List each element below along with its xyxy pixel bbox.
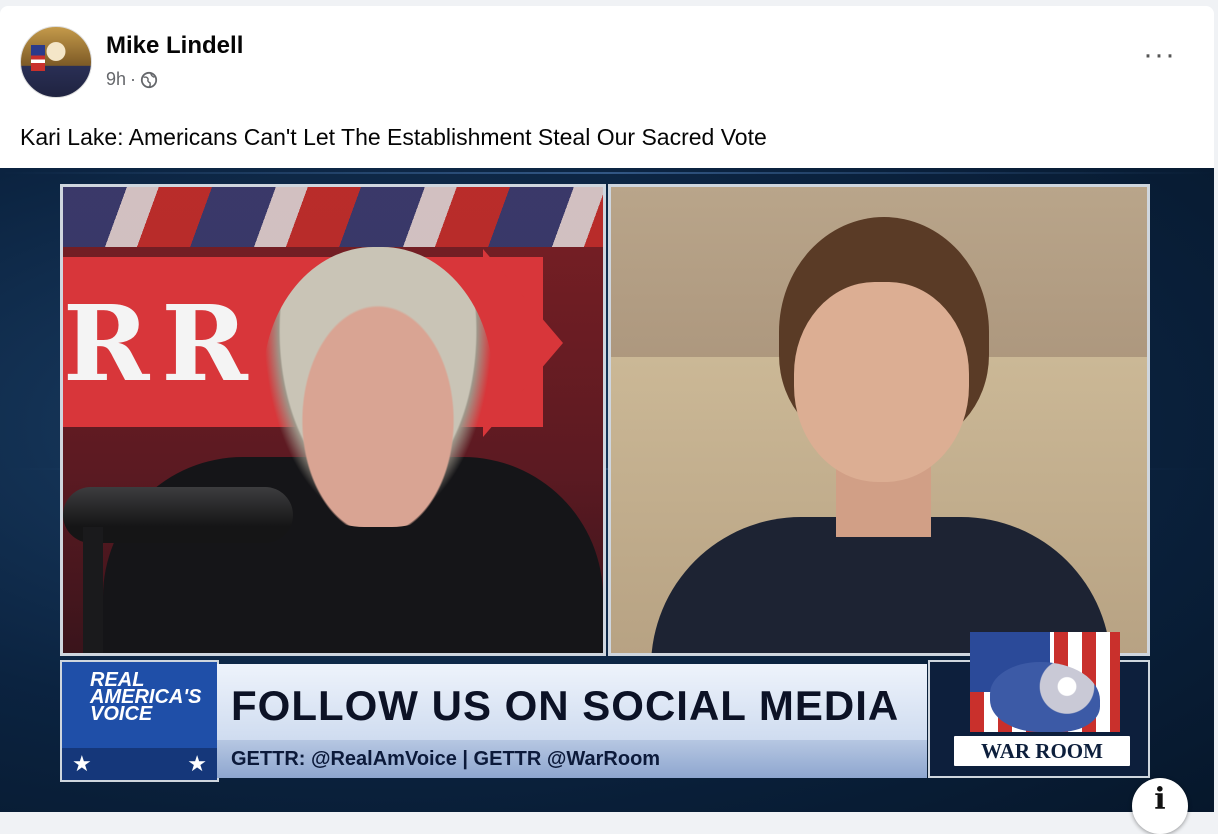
guest-face (794, 282, 969, 482)
meta-separator: · (130, 69, 137, 89)
avatar-flag (31, 45, 45, 71)
post-header: Mike Lindell 9h · ··· (0, 6, 1214, 116)
author-avatar[interactable] (20, 26, 92, 98)
author-name[interactable]: Mike Lindell (106, 32, 243, 60)
real-americas-voice-logo: REAL AMERICA'S VOICE ★ ★ (60, 660, 219, 782)
post-caption: Kari Lake: Americans Can't Let The Estab… (20, 124, 767, 150)
subline-text: GETTR: @RealAmVoice | GETTR @WarRoom (231, 748, 661, 770)
right-video-panel (608, 184, 1150, 656)
lower-third: REAL AMERICA'S VOICE ★ ★ FOLLOW US ON SO… (60, 632, 1150, 782)
brand-text: REAL AMERICA'S VOICE (90, 670, 201, 725)
flag-stripes (63, 187, 603, 247)
media-streak (0, 172, 1214, 174)
host-head (263, 247, 493, 527)
microphone-stand (83, 527, 103, 653)
post-video[interactable]: RR I REAL AMERICA'S VOICE ★ ★ FOLLOW US … (0, 168, 1214, 812)
red-banner-tip (483, 249, 563, 437)
war-room-label: WAR ROOM (952, 734, 1132, 768)
subline-bar: GETTR: @RealAmVoice | GETTR @WarRoom (217, 740, 927, 778)
brand-line: VOICE (90, 703, 153, 725)
post-time[interactable]: 9h (106, 69, 126, 90)
headline-bar: FOLLOW US ON SOCIAL MEDIA (217, 664, 927, 740)
headline-text: FOLLOW US ON SOCIAL MEDIA (231, 682, 900, 729)
star-bar: ★ ★ (62, 748, 217, 780)
globe-icon (140, 71, 158, 88)
post-meta: 9h · (106, 69, 158, 90)
war-room-logo: WAR ROOM (928, 632, 1150, 778)
star-icon: ★ (72, 751, 92, 776)
info-icon[interactable]: i (1132, 778, 1188, 834)
star-icon: ★ (187, 751, 207, 776)
post-card: Mike Lindell 9h · ··· Kari Lake: America… (0, 6, 1214, 812)
more-options-button[interactable]: ··· (1143, 40, 1176, 70)
left-video-panel: RR I (60, 184, 606, 656)
